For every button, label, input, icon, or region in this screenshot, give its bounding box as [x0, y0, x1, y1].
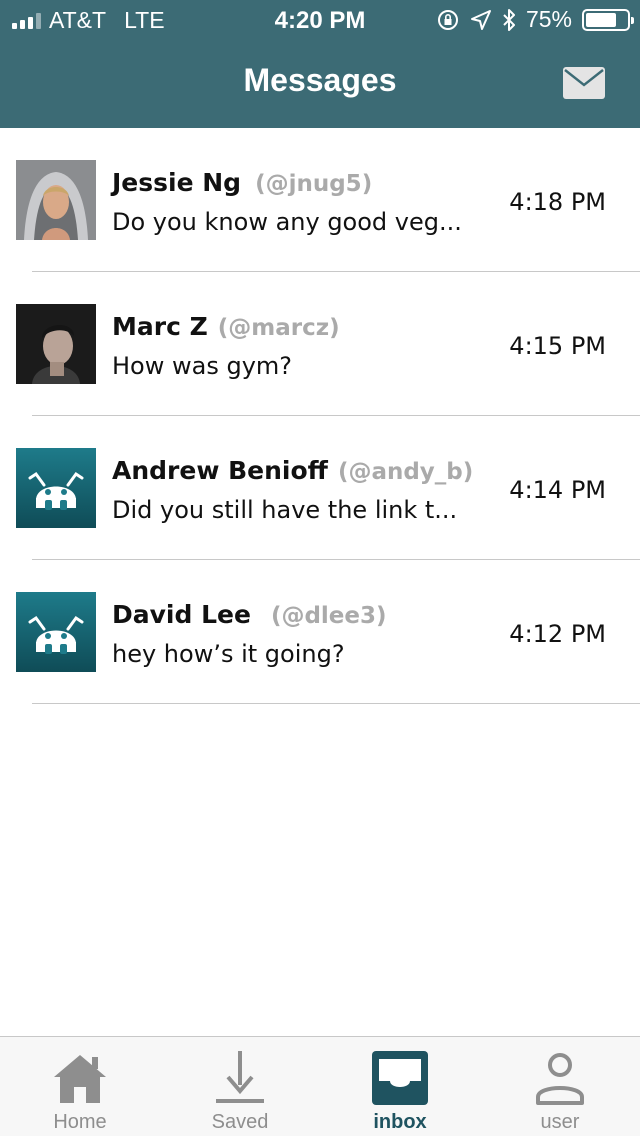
- app-header: AT&T LTE 4:20 PM 75% Messages: [0, 0, 640, 128]
- divider: [32, 703, 640, 704]
- tab-label: Home: [53, 1111, 107, 1133]
- avatar-andrew-benioff: [16, 448, 96, 528]
- message-preview: Do you know any good veg...: [112, 208, 462, 236]
- location-arrow-icon: [470, 9, 491, 30]
- sender-name: Marc Z: [112, 312, 208, 341]
- status-right: 75%: [436, 6, 634, 33]
- sender-line: David Lee (@dlee3): [112, 600, 387, 629]
- message-time: 4:12 PM: [509, 620, 606, 648]
- sender-name: Jessie Ng: [112, 168, 242, 197]
- tab-bar: Home Saved inbox user: [0, 1036, 640, 1136]
- envelope-icon: [563, 67, 605, 99]
- battery-percent: 75%: [525, 6, 572, 32]
- message-preview: How was gym?: [112, 352, 293, 380]
- tab-user[interactable]: user: [480, 1037, 640, 1136]
- compose-message-button[interactable]: [562, 66, 606, 100]
- tab-saved[interactable]: Saved: [160, 1037, 320, 1136]
- tab-inbox[interactable]: inbox: [320, 1037, 480, 1136]
- home-icon: [54, 1055, 106, 1103]
- sender-handle: (@marcz): [217, 315, 340, 341]
- page-title: Messages: [243, 62, 397, 98]
- sender-line: Jessie Ng (@jnug5): [112, 168, 372, 197]
- tab-home[interactable]: Home: [0, 1037, 160, 1136]
- status-bar: AT&T LTE 4:20 PM 75%: [0, 0, 640, 40]
- message-time: 4:14 PM: [509, 476, 606, 504]
- tab-label: inbox: [373, 1111, 427, 1133]
- sender-handle: (@jnug5): [255, 171, 373, 197]
- avatar-marc-z: [16, 304, 96, 384]
- tab-label: Saved: [211, 1111, 269, 1133]
- sender-line: Marc Z (@marcz): [112, 312, 340, 341]
- battery-level: [586, 12, 616, 27]
- message-row[interactable]: David Lee (@dlee3) hey how’s it going? 4:…: [0, 560, 640, 704]
- bluetooth-icon: [503, 8, 515, 31]
- message-time: 4:18 PM: [509, 188, 606, 216]
- avatar-jessie-ng: [16, 160, 96, 240]
- message-preview: Did you still have the link t...: [112, 496, 458, 524]
- battery-icon: [582, 8, 634, 31]
- sender-handle: (@andy_b): [337, 459, 474, 485]
- user-icon: [536, 1053, 584, 1105]
- message-row[interactable]: Andrew Benioff (@andy_b) Did you still ha…: [0, 416, 640, 560]
- message-preview: hey how’s it going?: [112, 640, 345, 668]
- download-icon: [216, 1051, 264, 1103]
- message-row[interactable]: Marc Z (@marcz) How was gym? 4:15 PM: [0, 272, 640, 416]
- sender-handle: (@dlee3): [270, 603, 387, 629]
- message-time: 4:15 PM: [509, 332, 606, 360]
- sender-name: Andrew Benioff: [112, 456, 328, 485]
- sender-line: Andrew Benioff (@andy_b): [112, 456, 473, 485]
- orientation-lock-icon: [437, 9, 458, 30]
- message-list: Jessie Ng (@jnug5) Do you know any good v…: [0, 128, 640, 704]
- tab-label: user: [540, 1111, 580, 1133]
- sender-name: David Lee: [112, 600, 251, 629]
- message-row[interactable]: Jessie Ng (@jnug5) Do you know any good v…: [0, 128, 640, 272]
- avatar-david-lee: [16, 592, 96, 672]
- inbox-icon: [372, 1051, 428, 1105]
